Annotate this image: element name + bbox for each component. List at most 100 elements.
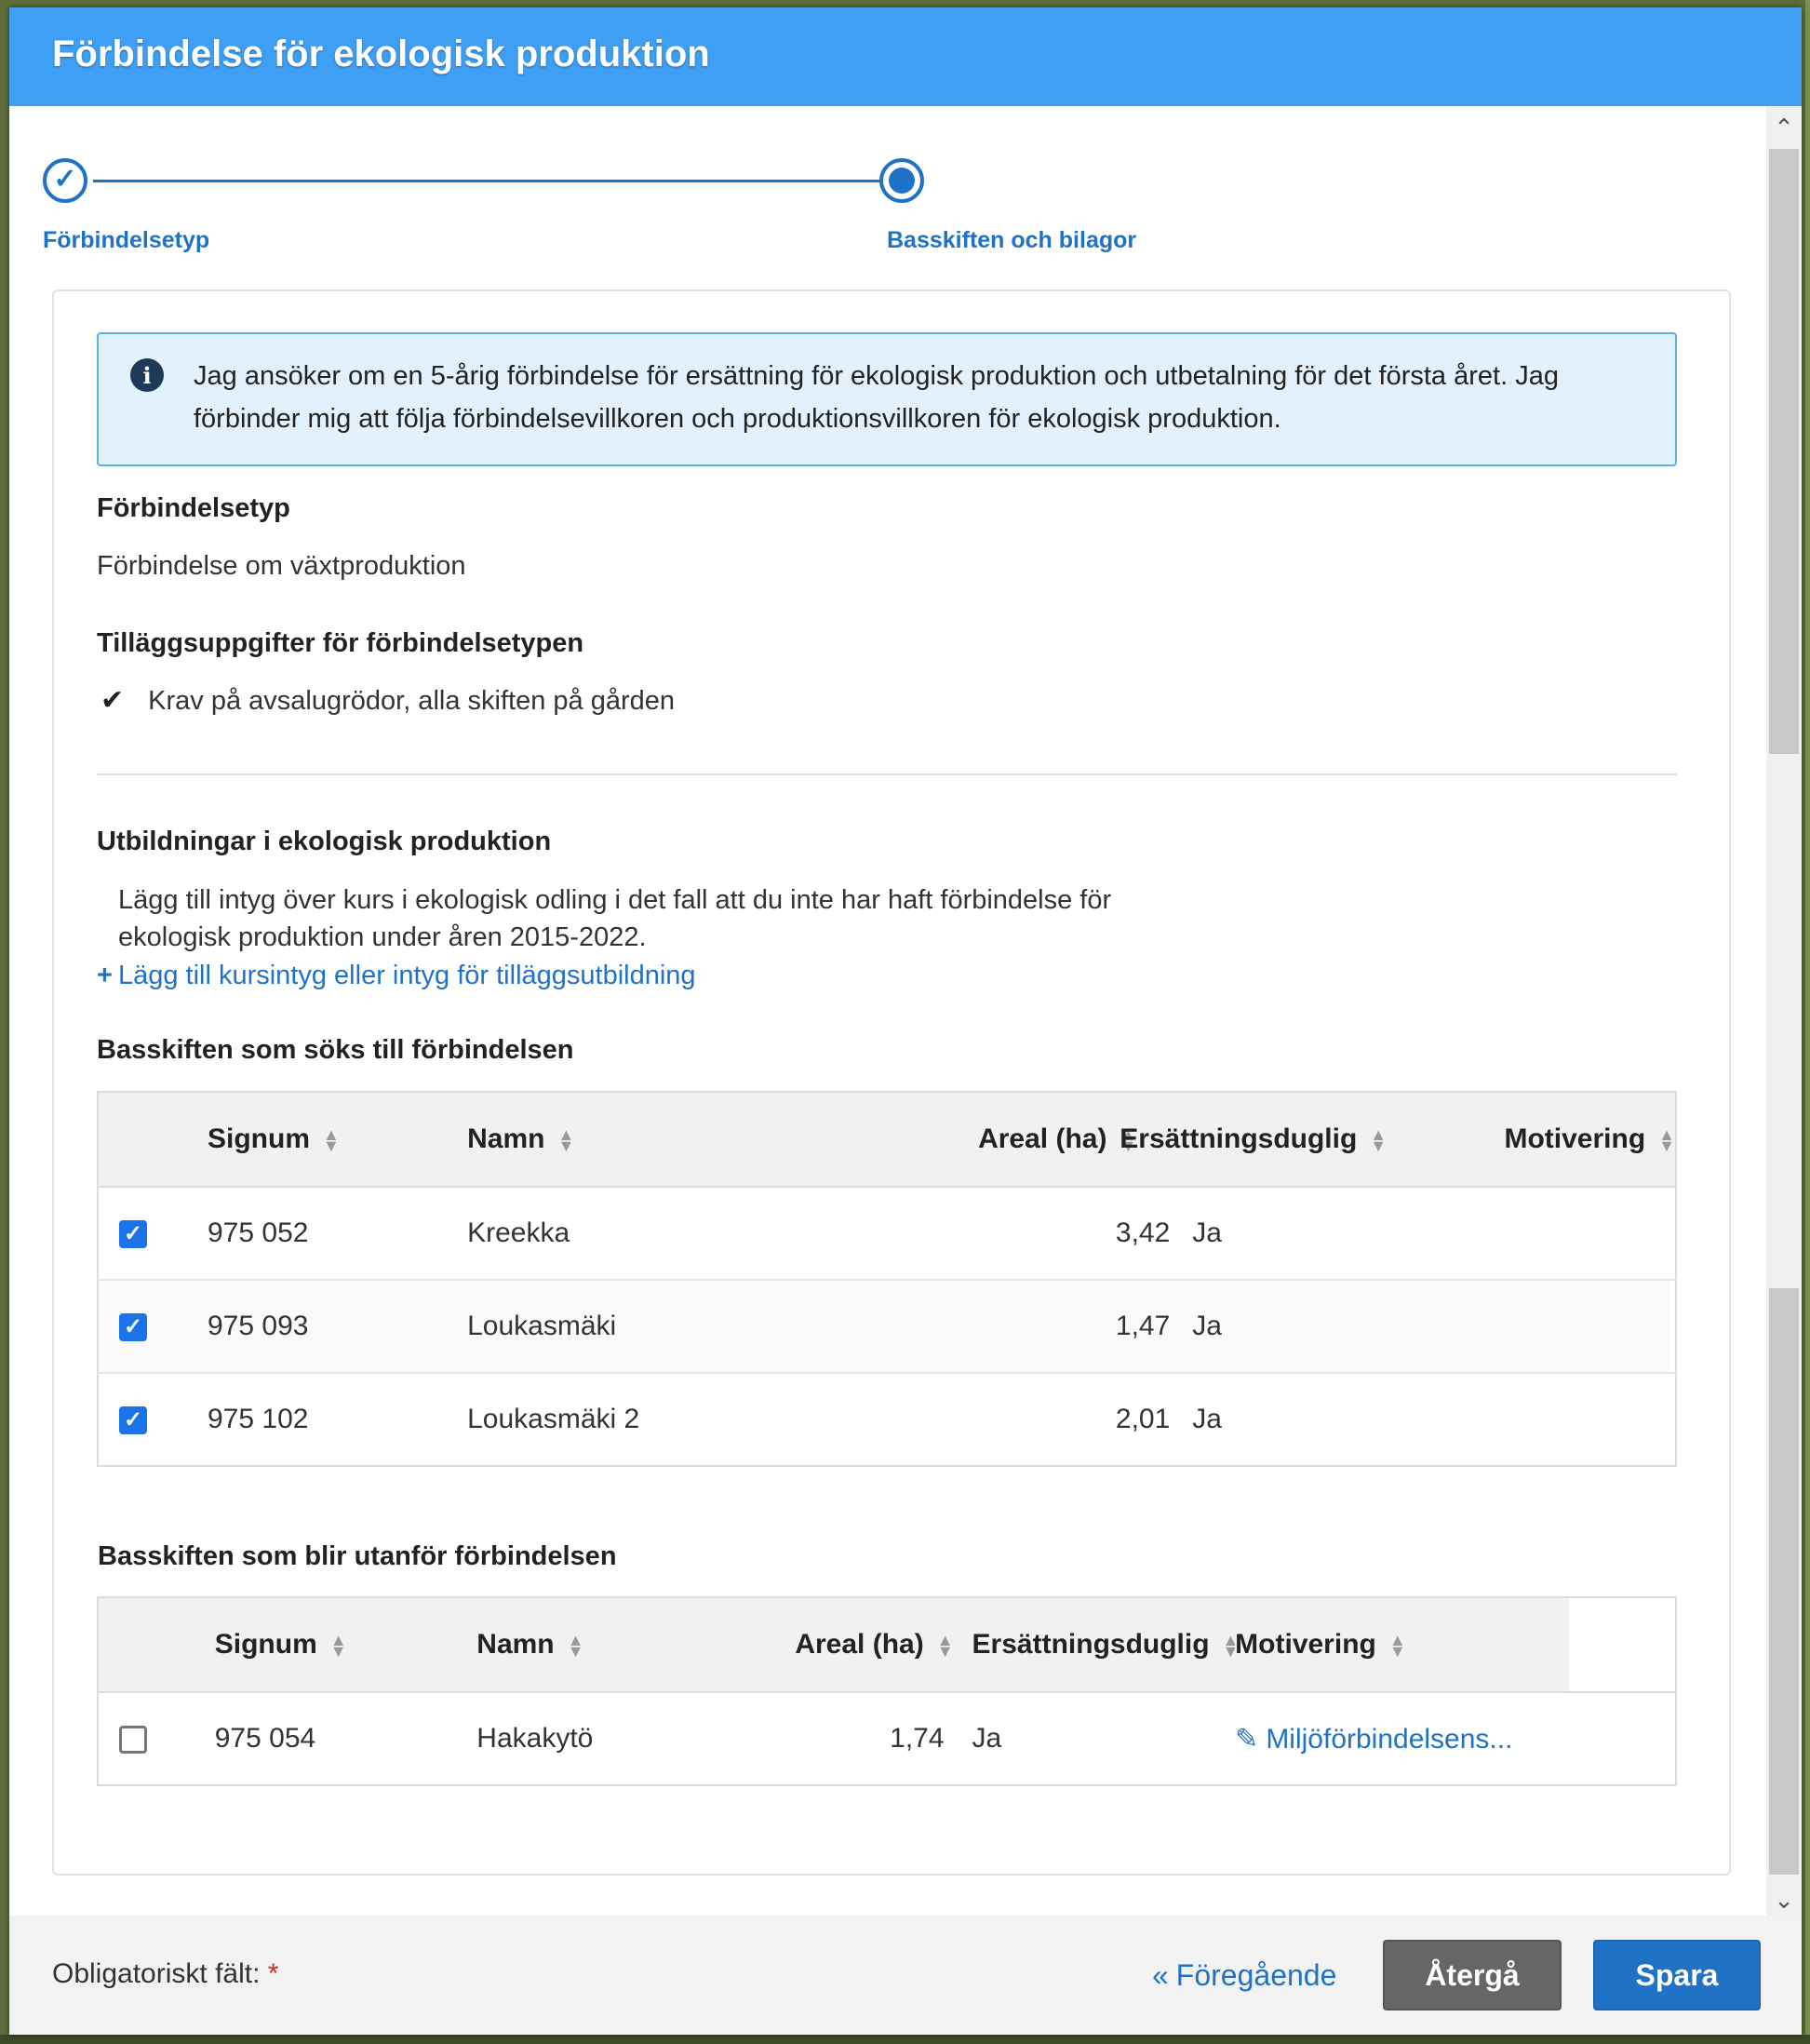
column-header-label: Ersättningsduglig [972,1629,1210,1660]
table-header-row: Signum ▲ ▼ Namn ▲ ▼ Areal (ha) ▲ ▼ Ersättnings… [98,1092,1676,1188]
select-column-header [98,1597,215,1693]
additional-info-heading: Tilläggsuppgifter för förbindelsetypen [97,628,584,658]
table-row[interactable]: ✓ 975 052 Kreekka 3,42 Ja [98,1187,1676,1281]
add-training-certificate-label: Lägg till kursintyg eller intyg för till… [117,961,696,990]
sort-icon[interactable]: ▲ ▼ [323,1126,340,1154]
cell-area: 3,42 [751,1187,1199,1281]
column-header-name[interactable]: Namn ▲ ▼ [467,1092,752,1188]
checkmark-icon: ✔ [101,685,125,716]
row-checkbox[interactable]: ✓ [119,1406,147,1435]
cancel-button[interactable]: Återgå [1383,1940,1562,2010]
row-checkbox[interactable]: ✓ [119,1220,147,1249]
modal-title: Förbindelse för ekologisk produktion [52,34,710,74]
modal-footer: Obligatoriskt fält: * «Föregående Återgå… [9,1916,1802,2035]
column-header-eligible-label[interactable]: Ersättningsduglig [1120,1123,1357,1154]
table-header-row: Signum ▲ ▼ Namn ▲ ▼ Areal (ha) ▲ ▼ Ersättnings… [98,1597,1676,1693]
save-button[interactable]: Spara [1593,1940,1761,2010]
cell-area: 1,74 [890,1723,945,1754]
step-1-indicator[interactable]: ✓ [43,158,87,203]
select-column-header [98,1092,208,1188]
background-page-bottom [0,2035,1810,2044]
required-field-label: Obligatoriskt fält: [52,1958,261,1989]
cell-signum: 975 102 [208,1404,309,1434]
edit-motivation-label: Miljöförbindelsens... [1266,1723,1513,1755]
cell-name: Hakakytö [476,1723,594,1754]
info-text: Jag ansöker om en 5-årig förbindelse för… [194,361,1559,434]
cell-name: Loukasmäki [467,1280,752,1374]
previous-step-link[interactable]: «Föregående [1152,1958,1336,1993]
column-header-label: Areal (ha) [978,1123,1107,1154]
scrollbar[interactable]: ⌃ ⌄ [1766,106,1802,1921]
column-header-signum[interactable]: Signum ▲ ▼ [208,1092,468,1188]
add-training-certificate-link[interactable]: + Lägg till kursintyg eller intyg för til… [97,961,696,991]
edit-icon: ✎ [1235,1723,1259,1755]
cell-signum: 975 093 [208,1280,468,1374]
stepper-line [93,180,912,182]
row-checkbox[interactable]: ✓ [119,1313,147,1342]
excluded-parcels-heading: Basskiften som blir utanför förbindelsen [98,1541,617,1571]
commitment-type-heading: Förbindelsetyp [97,493,290,523]
cell-eligible: Ja [1192,1280,1670,1374]
cell-eligible: Ja [1192,1187,1670,1281]
double-chevron-left-icon: « [1152,1958,1169,1992]
scrollbar-thumb[interactable] [1769,149,1799,754]
edit-motivation-link[interactable]: ✎ Miljöförbindelsens... [1235,1724,1512,1755]
previous-step-label: Föregående [1175,1958,1337,1992]
cell-area: 1,47 [751,1280,1199,1374]
excluded-parcels-table: Signum ▲ ▼ Namn ▲ ▼ Areal (ha) ▲ ▼ Ersättnings… [97,1596,1677,1786]
required-marker: * [267,1958,279,1989]
column-header-motivation-label[interactable]: Motivering [1504,1123,1645,1154]
sort-icon[interactable]: ▲ ▼ [568,1632,584,1660]
background-page [1805,0,1810,2044]
training-heading: Utbildningar i ekologisk produktion [97,827,552,856]
row-checkbox[interactable] [119,1726,147,1755]
cell-signum: 975 052 [208,1187,468,1281]
included-parcels-table: Signum ▲ ▼ Namn ▲ ▼ Areal (ha) ▲ ▼ Ersättnings… [97,1091,1677,1467]
sort-icon[interactable]: ▲ ▼ [1389,1632,1406,1660]
step-1-label[interactable]: Förbindelsetyp [43,227,209,254]
table-row[interactable]: ✓ 975 102 Loukasmäki 2 2,01 Ja [98,1373,1676,1466]
column-header-label: Signum [208,1123,310,1154]
step-2-label[interactable]: Basskiften och bilagor [887,227,1136,254]
commitment-type-value: Förbindelse om växtproduktion [97,551,466,581]
table-row[interactable]: ✓ 975 093 Loukasmäki 1,47 Ja [98,1280,1676,1374]
info-alert: i Jag ansöker om en 5-årig förbindelse f… [97,332,1677,466]
step-2-indicator[interactable] [879,158,924,203]
cell-motivation[interactable]: ✎ Miljöförbindelsens... [1235,1692,1570,1785]
column-header-signum[interactable]: Signum ▲ ▼ [214,1597,477,1693]
section-divider [97,773,1677,775]
modal-header: Förbindelse för ekologisk produktion [9,7,1802,106]
sort-icon[interactable]: ▲ ▼ [937,1632,954,1660]
column-header-label: Signum [214,1629,317,1660]
table-row[interactable]: 975 054 Hakakytö 1,74 Ja ✎ Miljöförbindel… [98,1692,1676,1785]
cell-signum: 975 054 [214,1723,316,1754]
training-description-line-1: Lägg till intyg över kurs i ekologisk od… [118,885,1112,915]
training-description-line-2: ekologisk produktion under åren 2015-202… [118,922,647,952]
column-header-motivation[interactable]: Motivering ▲ ▼ [1235,1597,1570,1693]
cell-eligible: Ja [1192,1404,1222,1434]
column-header-label: Namn [476,1629,555,1660]
included-parcels-heading: Basskiften som söks till förbindelsen [97,1035,574,1065]
sort-icon[interactable]: ▲ ▼ [557,1126,574,1154]
column-header-area[interactable]: Areal (ha) ▲ ▼ [708,1597,972,1693]
check-icon: ✓ [53,164,77,195]
cell-name: Loukasmäki 2 [467,1404,640,1434]
column-header-eligible-motivation: Ersättningsduglig ▲ ▼ Motivering ▲ ▼ [1120,1092,1676,1188]
column-header-label: Namn [467,1123,545,1154]
cell-area: 2,01 [1115,1404,1171,1434]
sort-icon[interactable]: ▲ ▼ [1658,1126,1675,1154]
sort-icon[interactable]: ▲ ▼ [1370,1126,1387,1154]
column-header-label: Motivering [1235,1629,1376,1660]
additional-info-item: ✔ Krav på avsalugrödor, alla skiften på g… [101,684,675,717]
required-field-note: Obligatoriskt fält: * [52,1958,278,1990]
plus-icon: + [97,961,113,990]
column-header-label: Areal (ha) [795,1629,924,1660]
scrollbar-track-segment [1769,1288,1799,1875]
scroll-up-arrow-icon[interactable]: ⌃ [1766,106,1802,149]
additional-info-item-label: Krav på avsalugrödor, alla skiften på gå… [148,686,675,716]
cell-name: Kreekka [467,1187,752,1281]
column-header-name[interactable]: Namn ▲ ▼ [476,1597,709,1693]
active-step-dot-icon [889,168,915,194]
sort-icon[interactable]: ▲ ▼ [330,1632,347,1660]
info-circle-icon: i [130,358,164,392]
